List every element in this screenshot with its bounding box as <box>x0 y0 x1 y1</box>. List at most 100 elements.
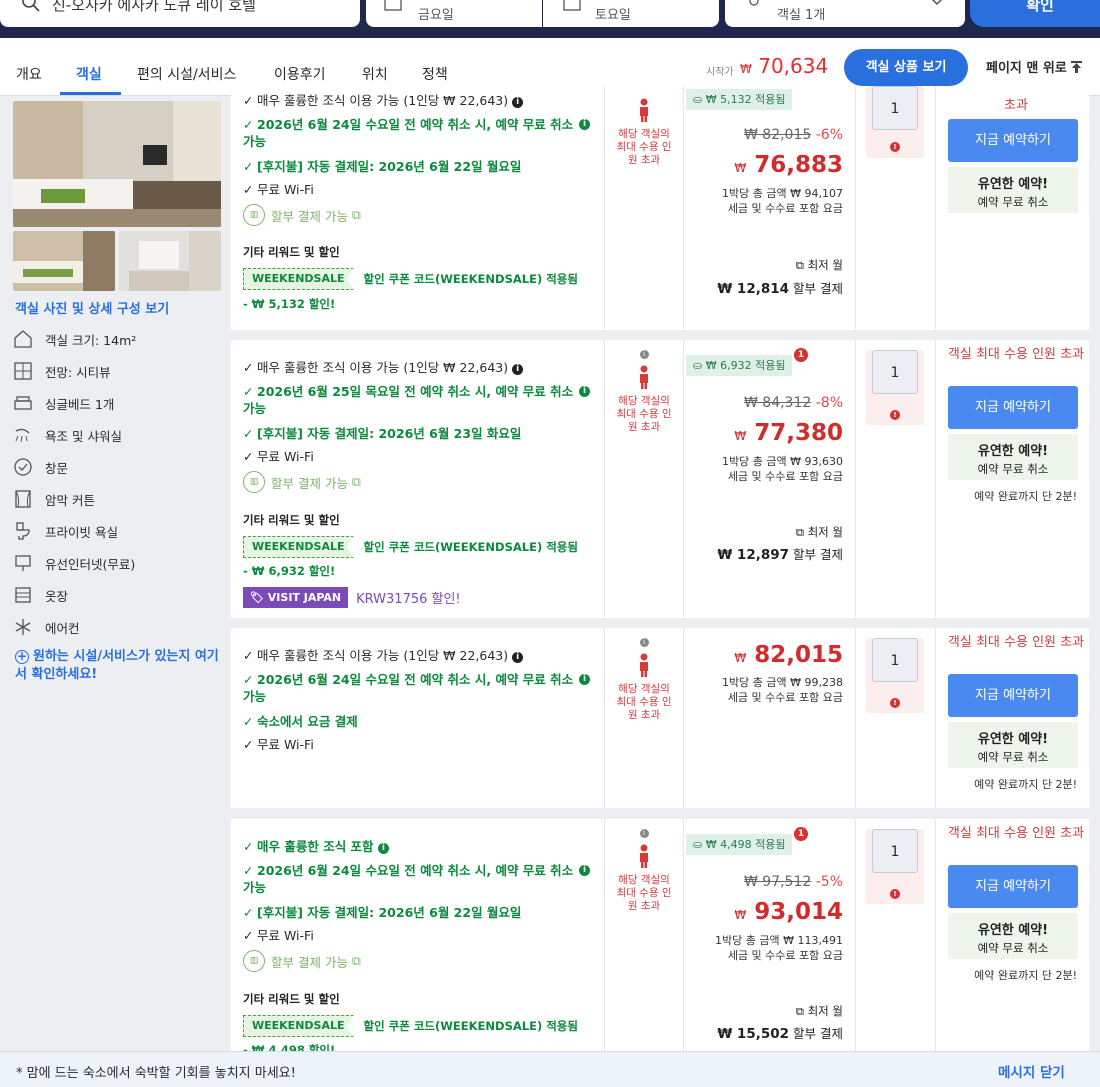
snowflake-icon <box>15 619 31 635</box>
checkin-field[interactable]: 금요일 <box>366 0 542 27</box>
installment-available[interactable]: ▥ 할부 결제 가능 ⧉ <box>243 204 361 226</box>
tab-rooms[interactable]: 객실 <box>76 64 102 84</box>
plus-circle-icon: + <box>15 649 29 664</box>
chevron-down-icon <box>931 0 943 6</box>
flexible-booking: 유연한 예약! 예약 무료 취소 <box>948 913 1078 959</box>
coupon-badge: ⛀ ₩ 4,498 적용됨 <box>686 834 793 855</box>
installment-available[interactable]: ▥ 할부 결제 가능 ⧉ <box>243 950 361 972</box>
tab-policies[interactable]: 정책 <box>422 64 448 84</box>
feature-breakfast: ✓ 매우 훌륭한 조식 이용 가능 (1인당 ₩ 22,643) i <box>243 647 524 664</box>
room-qty-select[interactable]: 1 <box>872 350 918 394</box>
bathroom-photo-thumb[interactable] <box>119 231 221 291</box>
from-price: ₩ 70,634 <box>740 54 829 78</box>
book-now-button[interactable]: 지금 예약하기 <box>948 674 1078 717</box>
checkout-field[interactable]: 토요일 <box>543 0 719 27</box>
action-col: 객실 최대 수용 인원 초과 지금 예약하기 유연한 예약! 예약 무료 취소 예… <box>935 628 1089 808</box>
room-qty-select[interactable]: 1 <box>872 638 918 682</box>
amenity-curtain: 암막 커튼 <box>13 488 95 510</box>
installment-icon: ▥ <box>243 950 265 972</box>
checkin-value: 금요일 <box>418 8 454 23</box>
coupon-tag: WEEKENDSALE <box>243 1015 354 1037</box>
destination-field[interactable]: 신-오사카 에사카 도큐 레이 호텔 <box>0 0 360 27</box>
feature-breakfast: ✓ 매우 훌륭한 조식 이용 가능 (1인당 ₩ 22,643) i <box>243 359 524 376</box>
installment-available[interactable]: ▥ 할부 결제 가능 ⧉ <box>243 471 361 493</box>
active-tab-indicator <box>60 92 121 95</box>
price-col: ⛀ ₩ 6,932 적용됨 1 ₩ 84,312 -8% ₩ 77,380 1박… <box>683 340 855 618</box>
info-dot-icon[interactable]: i <box>639 638 649 647</box>
info-icon[interactable]: i <box>579 386 590 397</box>
info-icon[interactable]: i <box>512 97 524 108</box>
view-room-offers-button[interactable]: 객실 상품 보기 <box>844 49 968 86</box>
error-icon: ! <box>890 698 900 708</box>
price-col: ₩ 82,015 1박당 총 금액 ₩ 99,238 세금 및 수수료 포함 요금 <box>683 628 855 808</box>
confirm-search-button[interactable]: 확인 <box>970 0 1100 27</box>
from-label: 시작가 <box>706 67 734 78</box>
installment-icon: ▥ <box>243 471 265 493</box>
hurry-message: 예약 완료까지 단 2분! <box>974 490 1077 503</box>
closet-icon <box>15 587 31 603</box>
qty-wrap: 1 ! <box>866 638 924 713</box>
info-icon[interactable]: i <box>377 843 389 854</box>
discount-amount: - ₩ 6,932 할인! <box>243 564 336 578</box>
info-dot-icon[interactable]: i <box>639 350 649 359</box>
find-amenities-link[interactable]: + 원하는 시설/서비스가 있는지 여기서 확인하세요! <box>15 648 225 684</box>
view-photos-link[interactable]: 객실 사진 및 상세 구성 보기 <box>15 298 169 317</box>
occupancy-warning: i 해당 객실의 최대 수용 인원 초과 <box>616 350 672 433</box>
original-price: ₩ 97,512 -5% <box>744 874 843 890</box>
info-icon[interactable]: i <box>579 865 590 876</box>
person-icon <box>749 0 759 6</box>
rooms-value: 객실 1개 <box>777 8 826 23</box>
badge-count: 1 <box>794 348 808 362</box>
info-icon[interactable]: i <box>579 119 590 130</box>
discounted-price: ₩ 76,883 <box>734 152 843 178</box>
room-qty-select[interactable]: 1 <box>872 829 918 873</box>
original-price: ₩ 84,312 -8% <box>744 395 843 411</box>
feature-pay-at-property: ✓ 숙소에서 요금 결제 <box>243 714 358 729</box>
person-red-icon <box>640 653 648 677</box>
hurry-message: 예약 완료까지 단 2분! <box>974 778 1077 791</box>
toilet-icon <box>16 522 30 540</box>
feature-wifi: ✓ 무료 Wi-Fi <box>243 182 314 197</box>
installment-amount: ₩ 15,502 할부 결제 <box>717 1026 843 1042</box>
person-red-icon <box>640 365 648 389</box>
book-now-button[interactable]: 지금 예약하기 <box>948 386 1078 429</box>
info-dot-icon[interactable]: i <box>639 829 649 838</box>
info-icon[interactable]: i <box>579 674 590 685</box>
room-offer-1: ✓ 매우 훌륭한 조식 이용 가능 (1인당 ₩ 22,643) i ✓ 2026년… <box>231 86 1089 330</box>
coupon-badge: ⛀ ₩ 5,132 적용됨 <box>686 89 793 110</box>
occupancy-col: 해당 객실의 최대 수용 인원 초과 <box>604 86 683 330</box>
room-sidebar: 객실 사진 및 상세 구성 보기 객실 크기: 14m² 전망: 시티뷰 싱글베… <box>0 96 230 1051</box>
arrow-up-icon <box>1071 61 1083 73</box>
action-col: 객실 최대 수용 인원 초과 지금 예약하기 유연한 예약! 예약 무료 취소 예… <box>935 819 1089 1051</box>
search-bar: 신-오사카 에사카 도큐 레이 호텔 금요일 토요일 객실 1개 확인 <box>0 0 1100 38</box>
amenity-private-bath: 프라이빗 욕실 <box>13 520 118 542</box>
room-photo-thumb[interactable] <box>13 231 115 291</box>
info-icon[interactable]: i <box>512 364 524 375</box>
occupancy-col: i 해당 객실의 최대 수용 인원 초과 <box>604 340 683 618</box>
feature-pay-later: ✓ [후지불] 자동 결제일: 2026년 6월 22일 월요일 <box>243 159 522 174</box>
other-rewards-heading: 기타 리워드 및 할인 <box>243 992 340 1006</box>
qty-col: 1 ! <box>855 628 935 808</box>
book-now-button[interactable]: 지금 예약하기 <box>948 865 1078 908</box>
feature-free-cancel: ✓ 2026년 6월 25일 목요일 전 예약 취소 시, 예약 무료 취소 가능… <box>243 383 590 417</box>
tab-facilities[interactable]: 편의 시설/서비스 <box>137 64 236 84</box>
book-now-button[interactable]: 지금 예약하기 <box>948 119 1078 162</box>
qty-col: 1 ! <box>855 86 935 330</box>
amenity-window: 창문 <box>13 456 68 478</box>
close-message-button[interactable]: 메시지 닫기 <box>998 1061 1065 1081</box>
calendar-in-icon <box>384 0 402 11</box>
flexible-booking: 유연한 예약! 예약 무료 취소 <box>948 167 1078 213</box>
tab-overview[interactable]: 개요 <box>16 64 42 84</box>
action-col: 초과 지금 예약하기 유연한 예약! 예약 무료 취소 <box>935 86 1089 330</box>
rooms-field[interactable]: 객실 1개 <box>725 0 965 27</box>
error-icon: ! <box>890 410 900 420</box>
badge-count: 1 <box>794 827 808 841</box>
tab-reviews[interactable]: 이용후기 <box>274 64 326 84</box>
room-qty-select[interactable]: 1 <box>872 86 918 130</box>
room-photo-main[interactable] <box>13 101 221 227</box>
info-icon[interactable]: i <box>512 652 524 663</box>
back-to-top-link[interactable]: 페이지 맨 위로 <box>986 57 1083 76</box>
max-occupancy-msg: 객실 최대 수용 인원 초과 <box>947 826 1085 841</box>
tab-location[interactable]: 위치 <box>362 64 388 84</box>
price-col: ⛀ ₩ 5,132 적용됨 ₩ 82,015 -6% ₩ 76,883 1박당 … <box>683 86 855 330</box>
